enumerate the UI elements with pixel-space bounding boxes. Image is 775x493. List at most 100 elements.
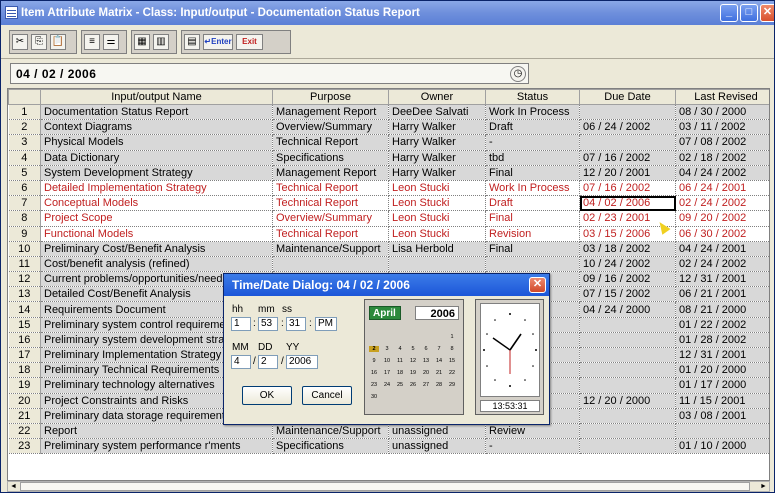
filter-icon[interactable]: ⚌ [103, 34, 119, 50]
maximize-button[interactable]: □ [740, 4, 758, 22]
name-cell[interactable]: Report [40, 423, 273, 440]
calendar-day[interactable]: 8 [447, 346, 457, 352]
last-revised-cell[interactable]: 03 / 08 / 2001 [675, 408, 769, 424]
table-row[interactable]: 22 Report Maintenance/Support unassigned Rev… [8, 423, 769, 440]
due-date-cell[interactable] [579, 423, 676, 440]
table-row[interactable]: 1 Documentation Status Report Management R… [8, 104, 769, 121]
calendar-day[interactable]: 9 [369, 358, 379, 364]
clock-icon[interactable]: ◷ [510, 66, 526, 82]
due-date-cell[interactable]: 07 / 16 / 2002 [579, 180, 676, 197]
owner-cell[interactable]: Leon Stucki [388, 180, 486, 197]
table-row[interactable]: 5 System Development Strategy Management R… [8, 165, 769, 181]
owner-cell[interactable]: Leon Stucki [388, 195, 486, 212]
name-cell[interactable]: Detailed Implementation Strategy [40, 180, 273, 197]
calendar-day[interactable]: 7 [434, 346, 444, 352]
status-cell[interactable]: Final [485, 165, 580, 181]
calendar-day[interactable]: 12 [408, 358, 418, 364]
year-field[interactable]: 2006 [286, 355, 318, 369]
ampm-field[interactable]: PM [315, 317, 337, 331]
close-button[interactable]: ✕ [760, 4, 774, 22]
enter-button[interactable]: ↵Enter [203, 34, 233, 50]
purpose-cell[interactable]: Technical Report [272, 226, 389, 242]
second-field[interactable]: 31 [286, 317, 306, 331]
table-row[interactable]: 2 Context Diagrams Overview/Summary Harry W… [8, 119, 769, 136]
purpose-cell[interactable]: Overview/Summary [272, 119, 389, 136]
columns-icon[interactable]: ▥ [153, 34, 169, 50]
table-row[interactable]: 10 Preliminary Cost/Benefit Analysis Maint… [8, 241, 769, 257]
calendar-day[interactable]: 23 [369, 382, 379, 388]
due-date-cell[interactable] [579, 347, 676, 364]
owner-cell[interactable]: unassigned [388, 423, 486, 440]
last-revised-cell[interactable]: 09 / 20 / 2002 [675, 210, 769, 227]
last-revised-column-header[interactable]: Last Revised [675, 89, 769, 105]
calendar-day[interactable]: 3 [382, 346, 392, 352]
last-revised-cell[interactable] [675, 423, 769, 440]
last-revised-cell[interactable]: 08 / 30 / 2000 [675, 104, 769, 121]
ok-button[interactable]: OK [242, 386, 292, 405]
cancel-button[interactable]: Cancel [302, 386, 352, 405]
last-revised-cell[interactable]: 07 / 08 / 2002 [675, 134, 769, 151]
report-icon[interactable]: ▤ [184, 34, 200, 50]
due-date-cell[interactable] [579, 104, 676, 121]
day-field[interactable]: 2 [258, 355, 278, 369]
minimize-button[interactable]: _ [720, 4, 738, 22]
name-column-header[interactable]: Input/output Name [40, 89, 273, 105]
last-revised-cell[interactable]: 01 / 28 / 2002 [675, 332, 769, 349]
status-cell[interactable]: Final [485, 241, 580, 257]
last-revised-cell[interactable]: 08 / 21 / 2000 [675, 301, 769, 318]
table-row[interactable]: 9 Functional Models Technical Report Leon S… [8, 226, 769, 242]
owner-cell[interactable] [388, 256, 486, 273]
last-revised-cell[interactable]: 01 / 10 / 2000 [675, 438, 769, 455]
due-date-cell[interactable]: 04 / 02 / 2006 [579, 195, 676, 212]
last-revised-cell[interactable]: 02 / 24 / 2002 [675, 256, 769, 273]
purpose-cell[interactable]: Overview/Summary [272, 210, 389, 227]
due-date-cell[interactable]: 07 / 16 / 2002 [579, 150, 676, 166]
purpose-cell[interactable]: Technical Report [272, 134, 389, 151]
calendar-day[interactable]: 18 [395, 370, 405, 376]
calendar-day[interactable]: 27 [421, 382, 431, 388]
purpose-cell[interactable]: Management Report [272, 104, 389, 121]
due-date-cell[interactable]: 12 / 20 / 2000 [579, 393, 676, 409]
owner-cell[interactable]: Leon Stucki [388, 210, 486, 227]
table-row[interactable]: 3 Physical Models Technical Report Harry Wa… [8, 134, 769, 151]
status-cell[interactable]: Work In Process [485, 180, 580, 197]
name-cell[interactable]: Cost/benefit analysis (refined) [40, 256, 273, 273]
table-row[interactable]: 23 Preliminary system performance r'ments… [8, 438, 769, 455]
calendar-day[interactable]: 10 [382, 358, 392, 364]
calendar-day[interactable]: 11 [395, 358, 405, 364]
calendar-day[interactable]: 1 [447, 334, 457, 340]
purpose-cell[interactable]: Management Report [272, 165, 389, 181]
calendar-year[interactable]: 2006 [415, 306, 459, 320]
status-cell[interactable]: Revision [485, 226, 580, 242]
due-date-cell[interactable]: 07 / 15 / 2002 [579, 286, 676, 303]
last-revised-cell[interactable]: 06 / 30 / 2002 [675, 226, 769, 242]
owner-cell[interactable]: DeeDee Salvati [388, 104, 486, 121]
purpose-cell[interactable]: Technical Report [272, 180, 389, 197]
last-revised-cell[interactable]: 01 / 20 / 2000 [675, 362, 769, 379]
owner-cell[interactable]: Harry Walker [388, 134, 486, 151]
due-date-cell[interactable]: 12 / 20 / 2001 [579, 165, 676, 181]
status-cell[interactable]: Draft [485, 195, 580, 212]
calendar-day[interactable]: 13 [421, 358, 431, 364]
name-cell[interactable]: Physical Models [40, 134, 273, 151]
due-date-cell[interactable] [579, 134, 676, 151]
owner-cell[interactable]: Harry Walker [388, 119, 486, 136]
status-cell[interactable]: tbd [485, 150, 580, 166]
table-row[interactable]: 11 Cost/benefit analysis (refined) 10 / 24… [8, 256, 769, 273]
name-cell[interactable]: Project Scope [40, 210, 273, 227]
hour-field[interactable]: 1 [231, 317, 251, 331]
scroll-left-icon[interactable]: ◄ [8, 482, 19, 491]
calendar-day[interactable]: 19 [408, 370, 418, 376]
name-cell[interactable]: Preliminary Cost/Benefit Analysis [40, 241, 273, 257]
dialog-close-button[interactable]: ✕ [529, 277, 546, 293]
calendar-day[interactable]: 28 [434, 382, 444, 388]
purpose-cell[interactable]: Technical Report [272, 195, 389, 212]
status-cell[interactable] [485, 256, 580, 273]
due-date-cell[interactable] [579, 408, 676, 424]
calendar-widget[interactable]: April 2006 1 2 3 4 5 6 7 8 9 10 11 12 13 14 15 16 17 18 19… [364, 299, 464, 415]
cut-icon[interactable]: ✂ [12, 34, 28, 50]
name-cell[interactable]: Data Dictionary [40, 150, 273, 166]
table-row[interactable]: 7 Conceptual Models Technical Report Leon S… [8, 195, 769, 212]
calendar-day[interactable]: 24 [382, 382, 392, 388]
calendar-day[interactable]: 14 [434, 358, 444, 364]
